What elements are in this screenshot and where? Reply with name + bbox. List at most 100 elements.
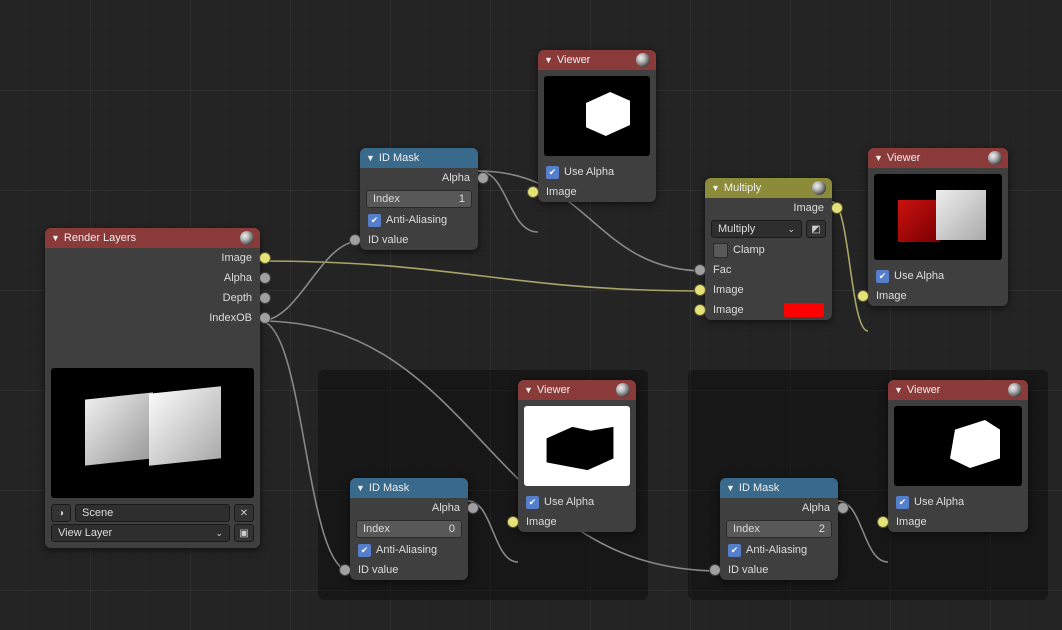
use-alpha-checkbox-row[interactable]: Use Alpha: [538, 162, 656, 182]
checkbox[interactable]: [896, 496, 909, 509]
collapse-icon[interactable]: ▼: [894, 385, 903, 395]
node-header[interactable]: ▼ Multiply: [705, 178, 832, 198]
collapse-icon[interactable]: ▼: [356, 483, 365, 493]
scene-dropdown[interactable]: Scene: [75, 504, 230, 522]
socket[interactable]: [837, 502, 849, 514]
output-alpha[interactable]: Alpha: [360, 168, 478, 188]
socket[interactable]: [694, 264, 706, 276]
anti-aliasing-checkbox-row[interactable]: Anti-Aliasing: [350, 540, 468, 560]
output-alpha[interactable]: Alpha: [720, 498, 838, 518]
toggle-button[interactable]: ◩: [806, 220, 826, 238]
checkbox[interactable]: [728, 544, 741, 557]
preview-sphere-icon[interactable]: [1008, 383, 1022, 397]
preview-sphere-icon[interactable]: [240, 231, 254, 245]
socket[interactable]: [877, 516, 889, 528]
socket[interactable]: [527, 186, 539, 198]
socket[interactable]: [709, 564, 721, 576]
index-field[interactable]: Index 1: [366, 190, 472, 208]
preview-sphere-icon[interactable]: [636, 53, 650, 67]
checkbox[interactable]: [546, 166, 559, 179]
output-alpha[interactable]: Alpha: [350, 498, 468, 518]
collapse-icon[interactable]: ▼: [874, 153, 883, 163]
node-header[interactable]: ▼ Render Layers: [45, 228, 260, 248]
scene-icon[interactable]: ◑: [51, 504, 71, 522]
socket-label: IndexOB: [209, 312, 252, 324]
socket[interactable]: [259, 292, 271, 304]
input-image[interactable]: Image: [538, 182, 656, 202]
viewer-node-3[interactable]: ▼ Viewer Use Alpha Image: [518, 380, 636, 532]
anti-aliasing-checkbox-row[interactable]: Anti-Aliasing: [720, 540, 838, 560]
checkbox[interactable]: [876, 270, 889, 283]
render-preview-button[interactable]: ▣: [234, 524, 254, 542]
clamp-checkbox-row[interactable]: Clamp: [705, 240, 832, 260]
input-image[interactable]: Image: [888, 512, 1028, 532]
socket[interactable]: [259, 272, 271, 284]
color-swatch[interactable]: [784, 303, 824, 317]
render-layers-node[interactable]: ▼ Render Layers Image Alpha Depth IndexO…: [45, 228, 260, 548]
preview-sphere-icon[interactable]: [988, 151, 1002, 165]
use-alpha-checkbox-row[interactable]: Use Alpha: [888, 492, 1028, 512]
node-header[interactable]: ▼ Viewer: [518, 380, 636, 400]
preview-sphere-icon[interactable]: [616, 383, 630, 397]
use-alpha-checkbox-row[interactable]: Use Alpha: [518, 492, 636, 512]
viewer-node-2[interactable]: ▼ Viewer Use Alpha Image: [868, 148, 1008, 306]
clear-button[interactable]: ✕: [234, 504, 254, 522]
input-image[interactable]: Image: [518, 512, 636, 532]
checkbox[interactable]: [713, 243, 728, 258]
socket[interactable]: [507, 516, 519, 528]
node-header[interactable]: ▼ Viewer: [868, 148, 1008, 168]
output-alpha[interactable]: Alpha: [45, 268, 260, 288]
socket[interactable]: [467, 502, 479, 514]
socket[interactable]: [349, 234, 361, 246]
node-header[interactable]: ▼ Viewer: [888, 380, 1028, 400]
node-editor-viewport[interactable]: ▼ Render Layers Image Alpha Depth IndexO…: [0, 0, 1062, 630]
checkbox[interactable]: [526, 496, 539, 509]
viewer-node-4[interactable]: ▼ Viewer Use Alpha Image: [888, 380, 1028, 532]
collapse-icon[interactable]: ▼: [711, 183, 720, 193]
viewlayer-dropdown[interactable]: View Layer ⌄: [51, 524, 230, 542]
collapse-icon[interactable]: ▼: [366, 153, 375, 163]
socket[interactable]: [694, 304, 706, 316]
collapse-icon[interactable]: ▼: [524, 385, 533, 395]
id-mask-node-2[interactable]: ▼ ID Mask Alpha Index 2 Anti-Aliasing ID…: [720, 478, 838, 580]
output-indexob[interactable]: IndexOB: [45, 308, 260, 328]
input-id-value[interactable]: ID value: [720, 560, 838, 580]
node-header[interactable]: ▼ ID Mask: [360, 148, 478, 168]
id-mask-node-0[interactable]: ▼ ID Mask Alpha Index 0 Anti-Aliasing ID…: [350, 478, 468, 580]
index-field[interactable]: Index 2: [726, 520, 832, 538]
socket[interactable]: [831, 202, 843, 214]
field-value: 2: [819, 523, 825, 535]
socket[interactable]: [259, 312, 271, 324]
socket[interactable]: [694, 284, 706, 296]
node-header[interactable]: ▼ ID Mask: [720, 478, 838, 498]
node-header[interactable]: ▼ Viewer: [538, 50, 656, 70]
multiply-node[interactable]: ▼ Multiply Image Multiply ⌄ ◩ Clamp Fac …: [705, 178, 832, 320]
collapse-icon[interactable]: ▼: [51, 233, 60, 243]
id-mask-node-1[interactable]: ▼ ID Mask Alpha Index 1 Anti-Aliasing ID…: [360, 148, 478, 250]
output-depth[interactable]: Depth: [45, 288, 260, 308]
socket[interactable]: [339, 564, 351, 576]
output-image[interactable]: Image: [705, 198, 832, 218]
node-header[interactable]: ▼ ID Mask: [350, 478, 468, 498]
input-image-2[interactable]: Image: [705, 300, 832, 320]
input-image-1[interactable]: Image: [705, 280, 832, 300]
index-field[interactable]: Index 0: [356, 520, 462, 538]
collapse-icon[interactable]: ▼: [544, 55, 553, 65]
checkbox[interactable]: [368, 214, 381, 227]
socket[interactable]: [259, 252, 271, 264]
socket-label: Image: [793, 202, 824, 214]
blend-mode-dropdown[interactable]: Multiply ⌄: [711, 220, 802, 238]
anti-aliasing-checkbox-row[interactable]: Anti-Aliasing: [360, 210, 478, 230]
collapse-icon[interactable]: ▼: [726, 483, 735, 493]
viewer-node-1[interactable]: ▼ Viewer Use Alpha Image: [538, 50, 656, 202]
input-id-value[interactable]: ID value: [360, 230, 478, 250]
input-image[interactable]: Image: [868, 286, 1008, 306]
use-alpha-checkbox-row[interactable]: Use Alpha: [868, 266, 1008, 286]
checkbox[interactable]: [358, 544, 371, 557]
input-fac[interactable]: Fac: [705, 260, 832, 280]
socket[interactable]: [857, 290, 869, 302]
preview-sphere-icon[interactable]: [812, 181, 826, 195]
socket[interactable]: [477, 172, 489, 184]
input-id-value[interactable]: ID value: [350, 560, 468, 580]
output-image[interactable]: Image: [45, 248, 260, 268]
